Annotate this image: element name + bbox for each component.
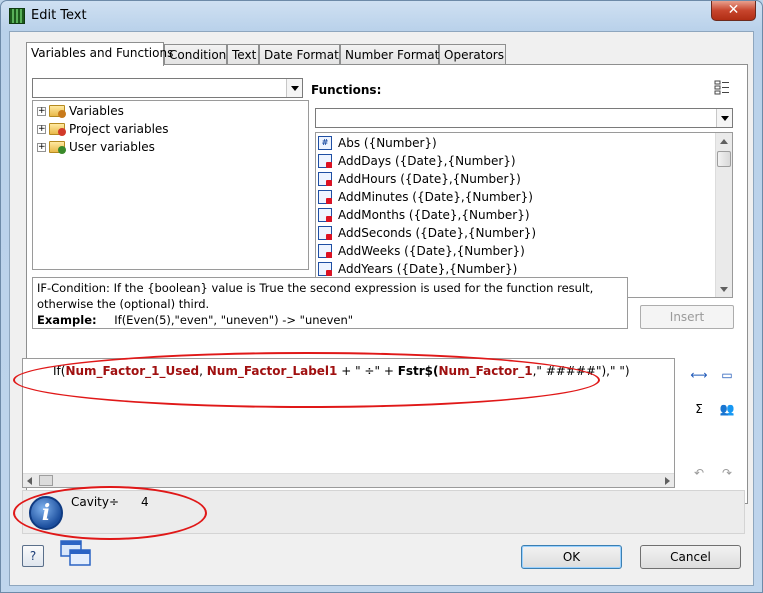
variables-tree[interactable]: + Variables + Project variables + User v…	[32, 100, 309, 270]
date-function-icon	[318, 154, 332, 168]
function-description: IF-Condition: If the {boolean} value is …	[32, 277, 628, 329]
functions-list[interactable]: # Abs ({Number}) AddDays ({Date},{Number…	[315, 132, 733, 298]
function-item-addweeks[interactable]: AddWeeks ({Date},{Number})	[318, 242, 525, 260]
functions-filter-combo[interactable]	[315, 108, 733, 128]
variables-filter-combo[interactable]	[32, 78, 303, 98]
function-label: AddWeeks ({Date},{Number})	[338, 244, 525, 258]
date-function-icon	[318, 244, 332, 258]
scroll-left-icon[interactable]	[23, 474, 37, 488]
date-function-icon	[318, 190, 332, 204]
title-bar[interactable]: Edit Text ✕	[1, 1, 762, 31]
chevron-down-icon[interactable]	[716, 109, 732, 127]
scroll-thumb[interactable]	[39, 475, 53, 486]
users-icon[interactable]: 👥	[718, 400, 736, 418]
cancel-button[interactable]: Cancel	[640, 545, 741, 569]
function-item-addyears[interactable]: AddYears ({Date},{Number})	[318, 260, 517, 278]
field-icon[interactable]: ▭	[718, 366, 736, 384]
close-button[interactable]: ✕	[711, 1, 756, 21]
folder-user-icon	[49, 141, 66, 154]
edit-text-dialog: Edit Text ✕ Variables and Functions Cond…	[0, 0, 763, 593]
function-label: AddHours ({Date},{Number})	[338, 172, 521, 186]
expand-icon[interactable]: +	[37, 106, 46, 116]
tree-item-label: Variables	[69, 104, 124, 118]
tab-variables-and-functions[interactable]: Variables and Functions	[26, 42, 173, 66]
expand-icon[interactable]: +	[37, 142, 46, 152]
ok-button[interactable]: OK	[521, 545, 622, 569]
wrap-icon[interactable]: ⟷	[690, 366, 708, 384]
example-value: If(Even(5),"even", "uneven") -> "uneven"	[114, 313, 354, 327]
function-item-addhours[interactable]: AddHours ({Date},{Number})	[318, 170, 521, 188]
tab-operators[interactable]: Operators	[439, 44, 506, 65]
scroll-up-icon[interactable]	[716, 133, 732, 149]
example-line: Example: If(Even(5),"even", "uneven") ->…	[37, 312, 623, 328]
function-label: AddSeconds ({Date},{Number})	[338, 226, 537, 240]
tree-item-label: Project variables	[69, 122, 169, 136]
tree-item-variables[interactable]: + Variables	[37, 102, 124, 120]
functions-scrollbar[interactable]	[715, 133, 732, 297]
insert-button[interactable]: Insert	[640, 305, 734, 329]
tree-item-label: User variables	[69, 140, 155, 154]
function-label: AddDays ({Date},{Number})	[338, 154, 516, 168]
tab-condition[interactable]: Condition	[164, 44, 227, 65]
expand-icon[interactable]: +	[37, 124, 46, 134]
tab-number-format[interactable]: Number Format	[340, 44, 439, 65]
function-label: Abs ({Number})	[338, 136, 437, 150]
folder-project-icon	[49, 123, 66, 136]
function-item-addminutes[interactable]: AddMinutes ({Date},{Number})	[318, 188, 533, 206]
scroll-right-icon[interactable]	[660, 474, 674, 488]
function-item-addmonths[interactable]: AddMonths ({Date},{Number})	[318, 206, 530, 224]
app-icon	[9, 8, 25, 24]
description-text: IF-Condition: If the {boolean} value is …	[37, 281, 594, 311]
function-item-addseconds[interactable]: AddSeconds ({Date},{Number})	[318, 224, 536, 242]
example-label: Example:	[37, 313, 97, 327]
function-label: AddMinutes ({Date},{Number})	[338, 190, 533, 204]
undo-icon[interactable]: ↶	[690, 464, 708, 482]
tree-item-user-variables[interactable]: + User variables	[37, 138, 155, 156]
functions-title: Functions:	[311, 83, 382, 97]
windows-icon[interactable]	[60, 540, 92, 568]
redo-icon[interactable]: ↷	[718, 464, 736, 482]
function-item-adddays[interactable]: AddDays ({Date},{Number})	[318, 152, 516, 170]
sum-icon[interactable]: Σ	[690, 400, 708, 418]
tree-item-project-variables[interactable]: + Project variables	[37, 120, 169, 138]
editor-scrollbar[interactable]	[23, 473, 674, 487]
tab-date-format[interactable]: Date Format	[259, 44, 340, 65]
scroll-thumb[interactable]	[717, 151, 731, 167]
date-function-icon	[318, 262, 332, 276]
window-title: Edit Text	[31, 8, 87, 23]
function-item-abs[interactable]: # Abs ({Number})	[318, 134, 437, 152]
help-button[interactable]: ?	[22, 545, 44, 567]
function-label: AddMonths ({Date},{Number})	[338, 208, 530, 222]
folder-variables-icon	[49, 105, 66, 118]
annotation-oval-expression	[13, 352, 600, 408]
list-view-icon[interactable]	[714, 80, 730, 96]
date-function-icon	[318, 226, 332, 240]
tab-text[interactable]: Text	[227, 44, 259, 65]
date-function-icon	[318, 172, 332, 186]
date-function-icon	[318, 208, 332, 222]
function-label: AddYears ({Date},{Number})	[338, 262, 518, 276]
chevron-down-icon[interactable]	[286, 79, 302, 97]
annotation-oval-preview	[13, 486, 207, 540]
number-function-icon: #	[318, 136, 332, 150]
scroll-down-icon[interactable]	[716, 281, 732, 297]
